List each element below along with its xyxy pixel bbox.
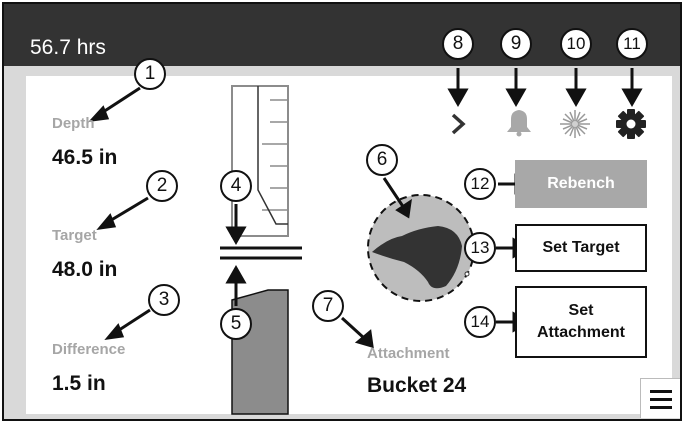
depth-value: 46.5 in	[52, 146, 118, 169]
attachment-label: Attachment	[367, 345, 450, 362]
depth-label: Depth	[52, 115, 95, 132]
callout-7: 7	[312, 290, 344, 322]
attachment-compass	[367, 194, 475, 302]
depth-gauge	[231, 85, 289, 237]
target-label: Target	[52, 227, 97, 244]
callout-6: 6	[366, 144, 398, 176]
set-target-button[interactable]: Set Target	[515, 224, 647, 272]
callout-3: 3	[148, 284, 180, 316]
callout-10: 10	[560, 28, 592, 60]
callout-2: 2	[146, 170, 178, 202]
rebench-button[interactable]: Rebench	[515, 160, 647, 208]
callout-5: 5	[220, 308, 252, 340]
callout-14: 14	[464, 306, 496, 338]
callout-11: 11	[616, 28, 648, 60]
target-grade-lines	[220, 246, 302, 260]
callout-9: 9	[500, 28, 532, 60]
callout-4: 4	[220, 170, 252, 202]
set-attachment-button[interactable]: Set Attachment	[515, 286, 647, 358]
callout-13: 13	[464, 232, 496, 264]
callout-12: 12	[464, 168, 496, 200]
hamburger-menu-icon	[650, 390, 672, 409]
grade-graphics	[88, 68, 643, 415]
target-value: 48.0 in	[52, 258, 118, 281]
attachment-value: Bucket 24	[367, 374, 467, 397]
callout-8: 8	[442, 28, 474, 60]
callout-1: 1	[134, 58, 166, 90]
menu-button[interactable]	[640, 378, 680, 418]
difference-value: 1.5 in	[52, 372, 106, 395]
difference-label: Difference	[52, 341, 126, 358]
